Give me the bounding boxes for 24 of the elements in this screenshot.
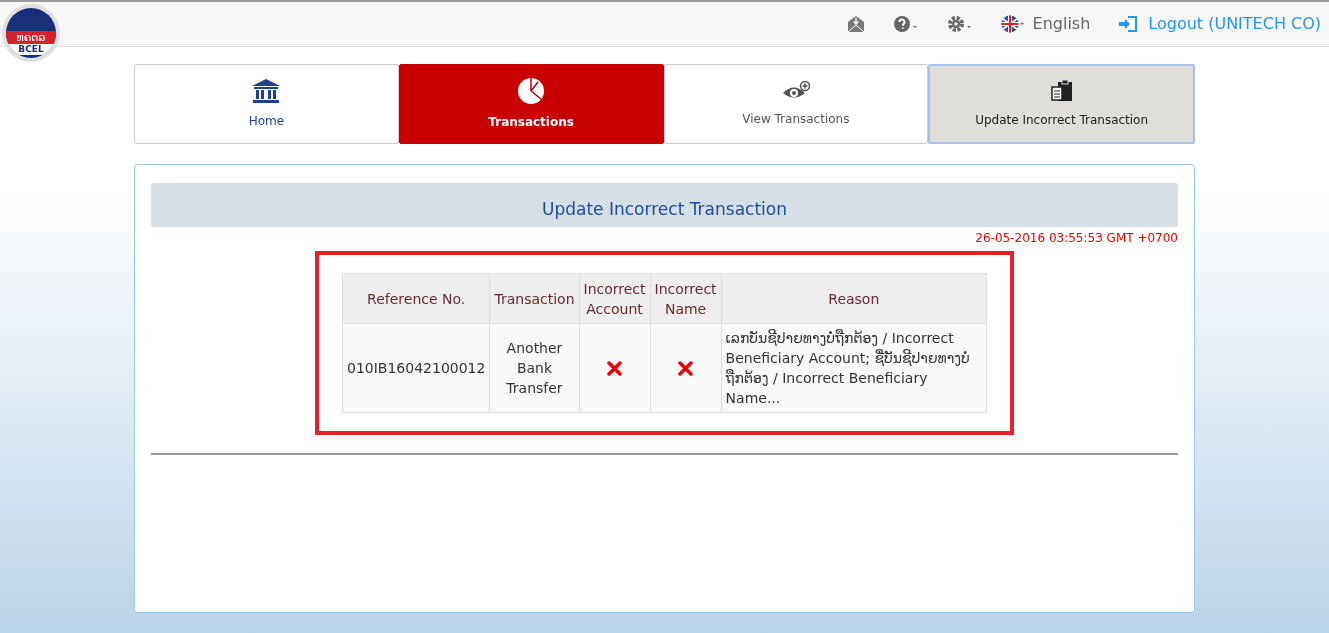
transaction-cell: Another Bank Transfer xyxy=(489,323,580,413)
clipboard-icon xyxy=(1049,79,1074,103)
column-header: Reason xyxy=(721,273,987,324)
help-icon[interactable] xyxy=(892,15,919,33)
nav-tab[interactable]: Home xyxy=(134,64,399,144)
pie-chart-icon xyxy=(517,77,546,105)
panel-title: Update Incorrect Transaction xyxy=(542,197,787,221)
reference-cell[interactable]: 010IB16042100012 xyxy=(342,323,490,413)
column-header: Incorrect Name xyxy=(650,273,722,324)
logo[interactable]: ທຄຕລ BCEL xyxy=(2,4,60,62)
language-button[interactable]: English xyxy=(1000,12,1091,36)
column-header: Reference No. xyxy=(342,273,490,324)
mail-icon[interactable] xyxy=(846,15,865,33)
logout-icon xyxy=(1118,15,1139,33)
column-header: Transaction xyxy=(489,273,580,324)
logo-script-text: ທຄຕລ xyxy=(6,31,56,44)
nav-tab[interactable]: Update Incorrect Transaction xyxy=(928,64,1195,144)
column-header: Incorrect Account xyxy=(579,273,651,324)
timestamp: 26-05-2016 03:55:53 GMT +0700 xyxy=(975,230,1178,247)
bank-icon xyxy=(251,78,282,104)
reason-cell: ເລກບັນຊີປາຍທາງບໍ່ຖືກຕ້ອງ / Incorrect Beneficiary Account; ຊື່ບັນຊີປາຍທາງບໍ່ຖືກຕ້ອງ / Incorrect Beneficiary Name... xyxy=(721,323,987,413)
nav-tab[interactable]: View Transactions xyxy=(663,64,929,144)
settings-icon[interactable] xyxy=(946,15,973,33)
nav-tab[interactable]: Transactions xyxy=(398,64,664,144)
